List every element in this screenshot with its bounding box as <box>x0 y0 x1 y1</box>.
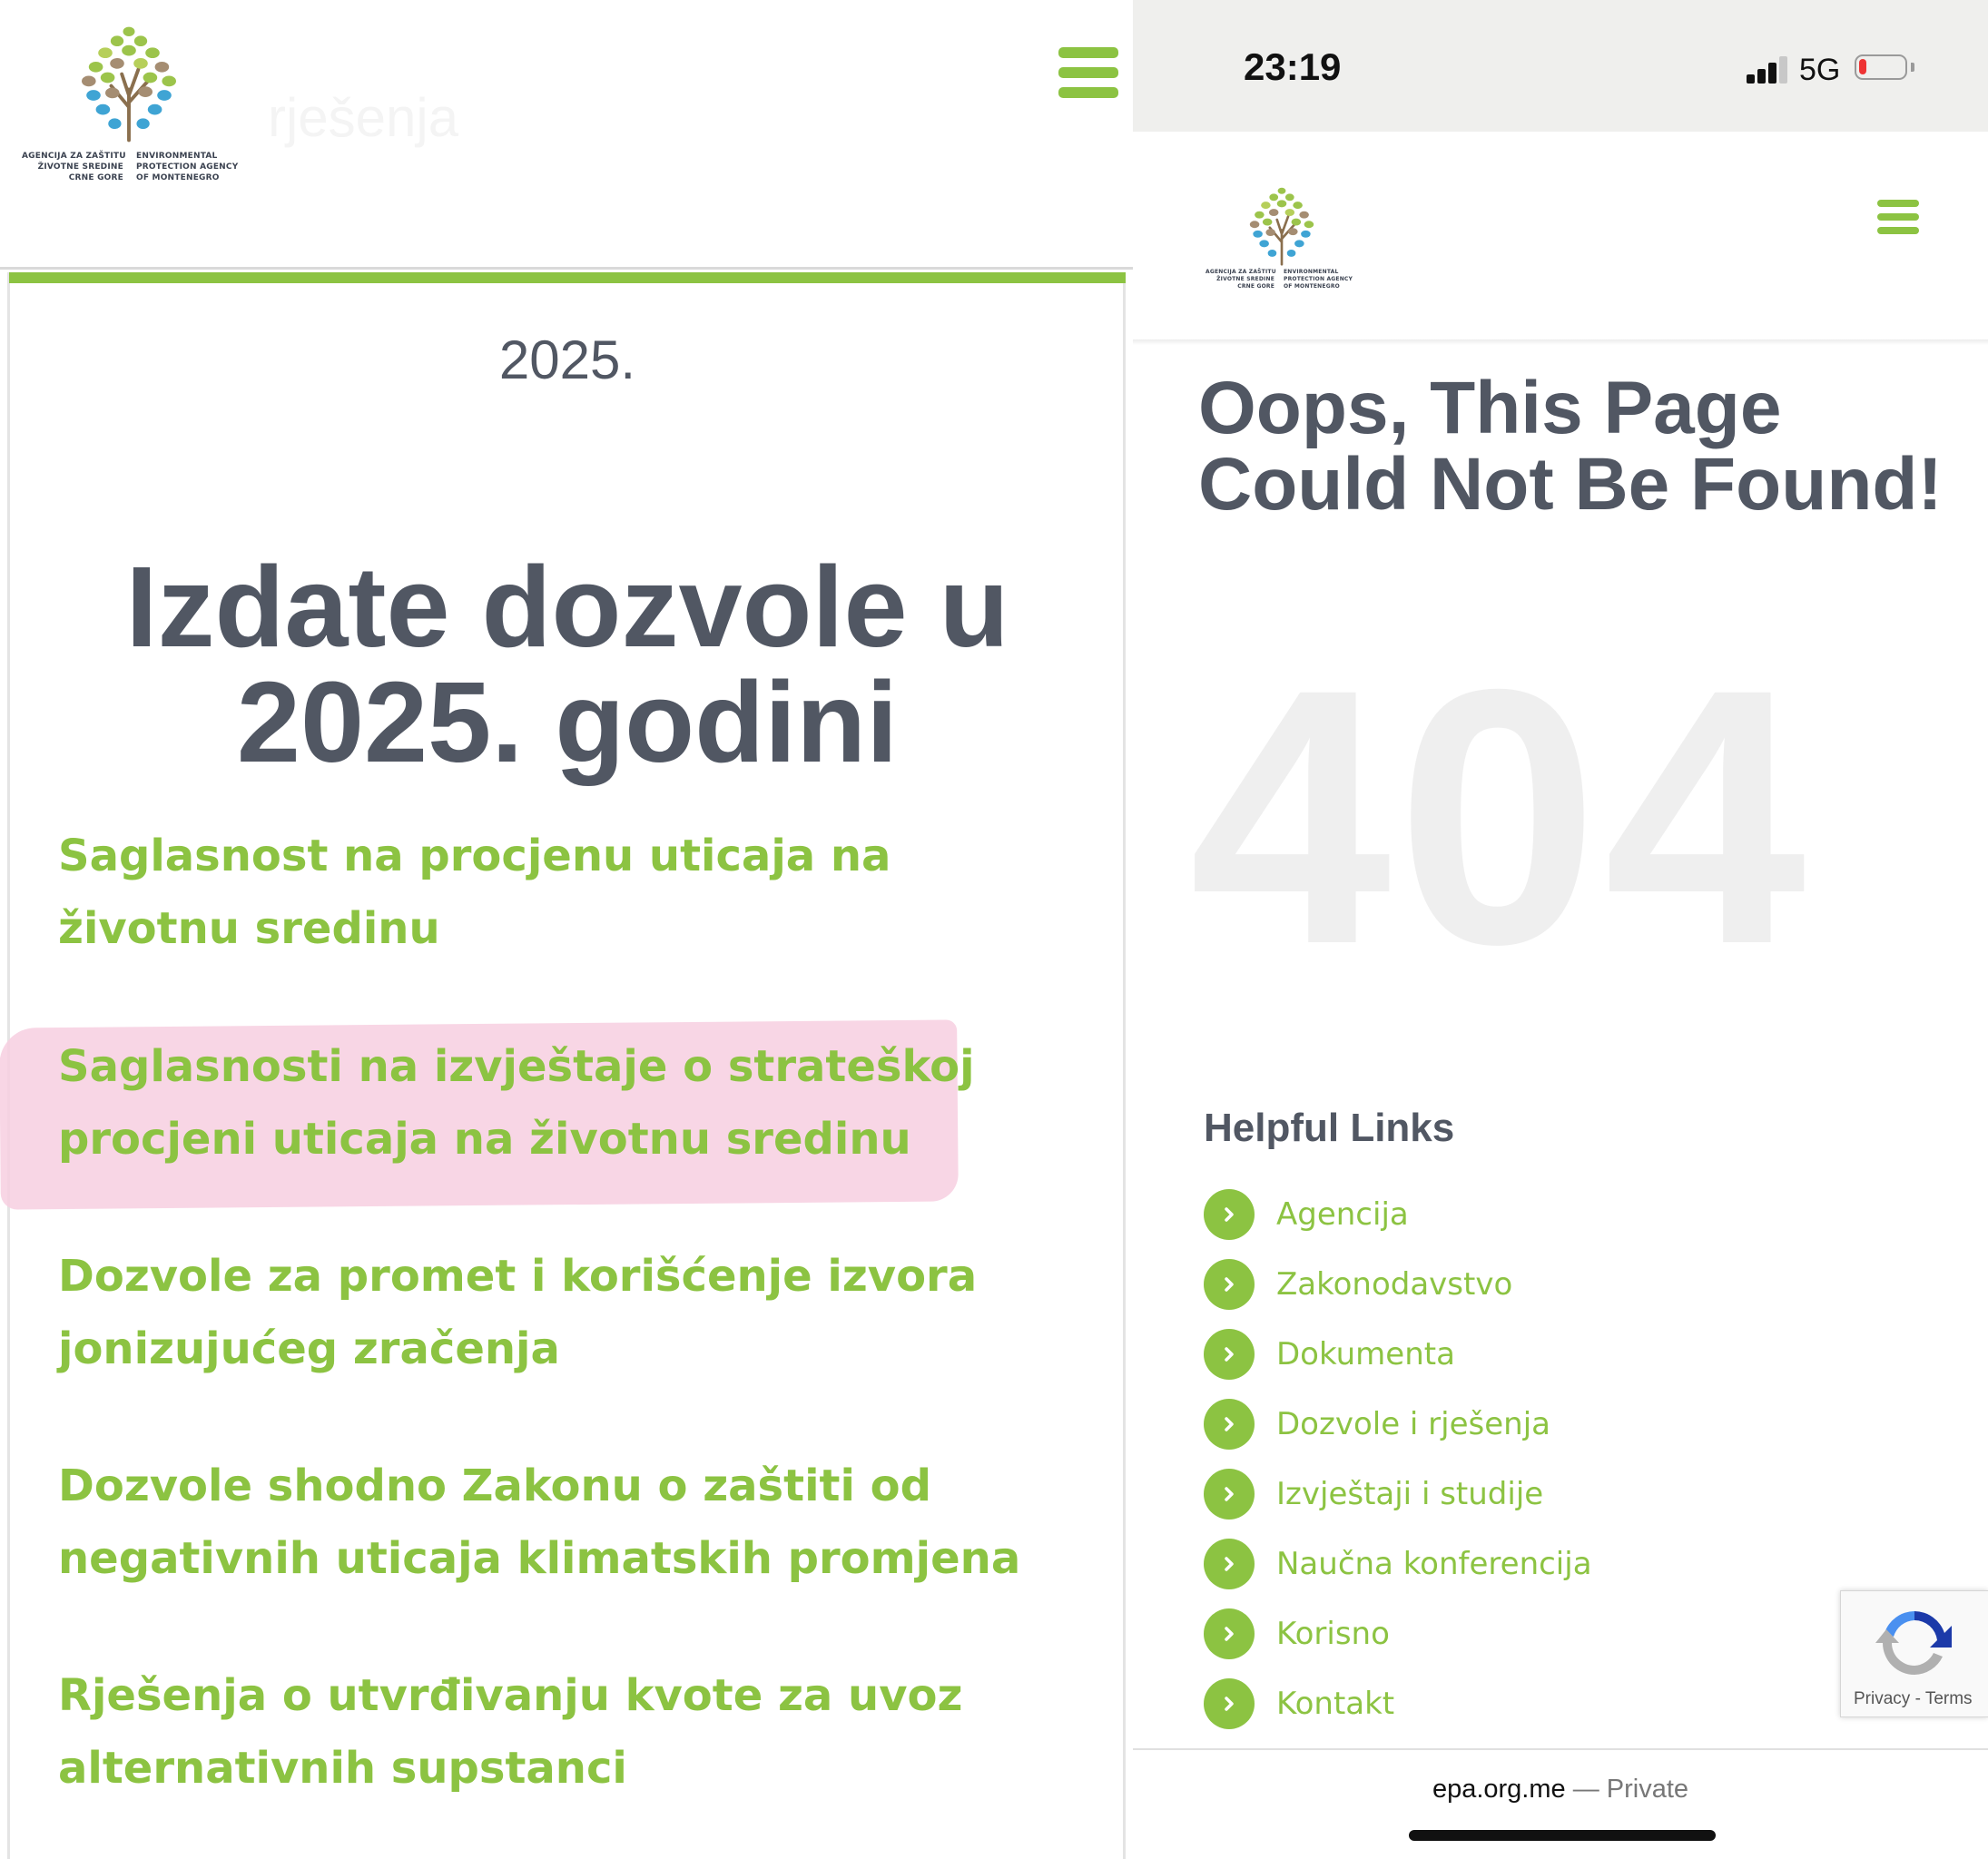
page-title: Izdate dozvole u 2025. godini <box>125 543 1009 786</box>
permit-link-import-quota[interactable]: Rješenja o utvrđivanju kvote za uvoz alt… <box>58 1659 1075 1805</box>
agency-logo[interactable]: AGENCIJA ZA ZAŠTITU ŽIVOTNE SREDINE CRNE… <box>1206 185 1353 294</box>
logo-caption-right-2: PROTECTION AGENCY <box>136 162 239 172</box>
logo-caption-right-1: ENVIRONMENTAL <box>1284 269 1339 275</box>
helpful-link-label: Izvještaji i studije <box>1276 1476 1544 1512</box>
ghost-menu-text: rješenja <box>268 87 459 148</box>
chevron-right-icon <box>1204 1189 1255 1240</box>
tree-logo-icon <box>1242 185 1322 267</box>
error-title: Oops, This Page Could Not Be Found! <box>1198 367 1943 526</box>
logo-caption-left-3: CRNE GORE <box>1237 283 1274 290</box>
logo-caption-left-1: AGENCIJA ZA ZAŠTITU <box>1206 269 1276 275</box>
chevron-right-icon <box>1204 1539 1255 1589</box>
ios-status-bar: 23:19 5G <box>1133 0 1988 132</box>
chevron-right-icon <box>1204 1678 1255 1729</box>
url-domain: epa.org.me <box>1432 1775 1566 1804</box>
network-type: 5G <box>1799 53 1841 87</box>
green-accent-bar <box>9 272 1126 283</box>
logo-caption-left-3: CRNE GORE <box>68 173 123 182</box>
permit-link-climate-law[interactable]: Dozvole shodno Zakonu o zaštiti od negat… <box>58 1450 1075 1595</box>
helpful-link-label: Zakonodavstvo <box>1276 1266 1513 1303</box>
helpful-link-label: Naučna konferencija <box>1276 1546 1592 1582</box>
helpful-link-label: Dokumenta <box>1276 1336 1455 1372</box>
chevron-right-icon <box>1204 1399 1255 1450</box>
chevron-right-icon <box>1204 1259 1255 1310</box>
header-divider <box>0 267 1133 270</box>
chevron-right-icon <box>1204 1608 1255 1659</box>
helpful-link-korisno[interactable]: Korisno <box>1204 1608 1839 1659</box>
status-time: 23:19 <box>1244 45 1342 88</box>
hamburger-menu-icon[interactable] <box>1058 47 1118 98</box>
bottom-divider <box>1133 1748 1988 1750</box>
chevron-right-icon <box>1204 1329 1255 1380</box>
right-screenshot-panel: 23:19 5G AGENCIJA ZA ZAŠTITU ŽIVOTNE SRE… <box>1133 0 1988 1859</box>
permit-link-eia-consent[interactable]: Saglasnost na procjenu uticaja na životn… <box>58 820 1075 965</box>
error-code-404: 404 <box>1189 614 1812 1019</box>
helpful-link-agencija[interactable]: Agencija <box>1204 1189 1839 1240</box>
left-screenshot-panel: AGENCIJA ZA ZAŠTITU ŽIVOTNE SREDINE CRNE… <box>0 0 1133 1859</box>
helpful-link-label: Agencija <box>1276 1196 1409 1233</box>
safari-url-bar[interactable]: epa.org.me — Private <box>1133 1775 1988 1805</box>
private-mode-label: Private <box>1606 1775 1689 1804</box>
helpful-link-dokumenta[interactable]: Dokumenta <box>1204 1329 1839 1380</box>
helpful-link-zakonodavstvo[interactable]: Zakonodavstvo <box>1204 1259 1839 1310</box>
logo-caption-left-1: AGENCIJA ZA ZAŠTITU <box>22 152 126 161</box>
year-label: 2025. <box>498 330 636 390</box>
logo-caption-left-2: ŽIVOTNE SREDINE <box>37 162 123 172</box>
logo-caption-left-2: ŽIVOTNE SREDINE <box>1216 276 1274 282</box>
helpful-link-label: Dozvole i rješenja <box>1276 1406 1550 1442</box>
helpful-link-kontakt[interactable]: Kontakt <box>1204 1678 1839 1729</box>
permit-link-strategic-assessment[interactable]: Saglasnosti na izvještaje o strateškoj p… <box>58 1030 1075 1175</box>
logo-caption-right-3: OF MONTENEGRO <box>1284 283 1340 290</box>
chevron-right-icon <box>1204 1469 1255 1520</box>
logo-caption-right-2: PROTECTION AGENCY <box>1284 276 1353 282</box>
logo-caption-right-3: OF MONTENEGRO <box>136 173 220 182</box>
recaptcha-privacy-terms[interactable]: Privacy - Terms <box>1854 1689 1973 1709</box>
helpful-link-label: Kontakt <box>1276 1686 1395 1722</box>
hamburger-menu-icon[interactable] <box>1877 200 1919 234</box>
permit-link-ionizing-radiation[interactable]: Dozvole za promet i korišćenje izvora jo… <box>58 1240 1075 1385</box>
header-divider <box>1133 339 1988 345</box>
helpful-link-label: Korisno <box>1276 1616 1390 1652</box>
helpful-link-izvjestaji[interactable]: Izvještaji i studije <box>1204 1469 1839 1520</box>
home-indicator[interactable] <box>1409 1830 1716 1841</box>
tree-logo-icon <box>70 24 188 143</box>
recaptcha-badge[interactable]: Privacy - Terms <box>1840 1590 1988 1717</box>
battery-icon <box>1855 54 1907 80</box>
battery-tip <box>1911 63 1914 72</box>
recaptcha-icon <box>1875 1611 1952 1675</box>
helpful-links-heading: Helpful Links <box>1204 1106 1455 1150</box>
url-separator: — <box>1565 1775 1607 1804</box>
helpful-link-dozvole[interactable]: Dozvole i rješenja <box>1204 1399 1839 1450</box>
logo-caption-right-1: ENVIRONMENTAL <box>136 152 218 161</box>
agency-logo[interactable]: AGENCIJA ZA ZAŠTITU ŽIVOTNE SREDINE CRNE… <box>20 24 238 187</box>
signal-icon <box>1747 54 1790 84</box>
helpful-link-konferencija[interactable]: Naučna konferencija <box>1204 1539 1839 1589</box>
